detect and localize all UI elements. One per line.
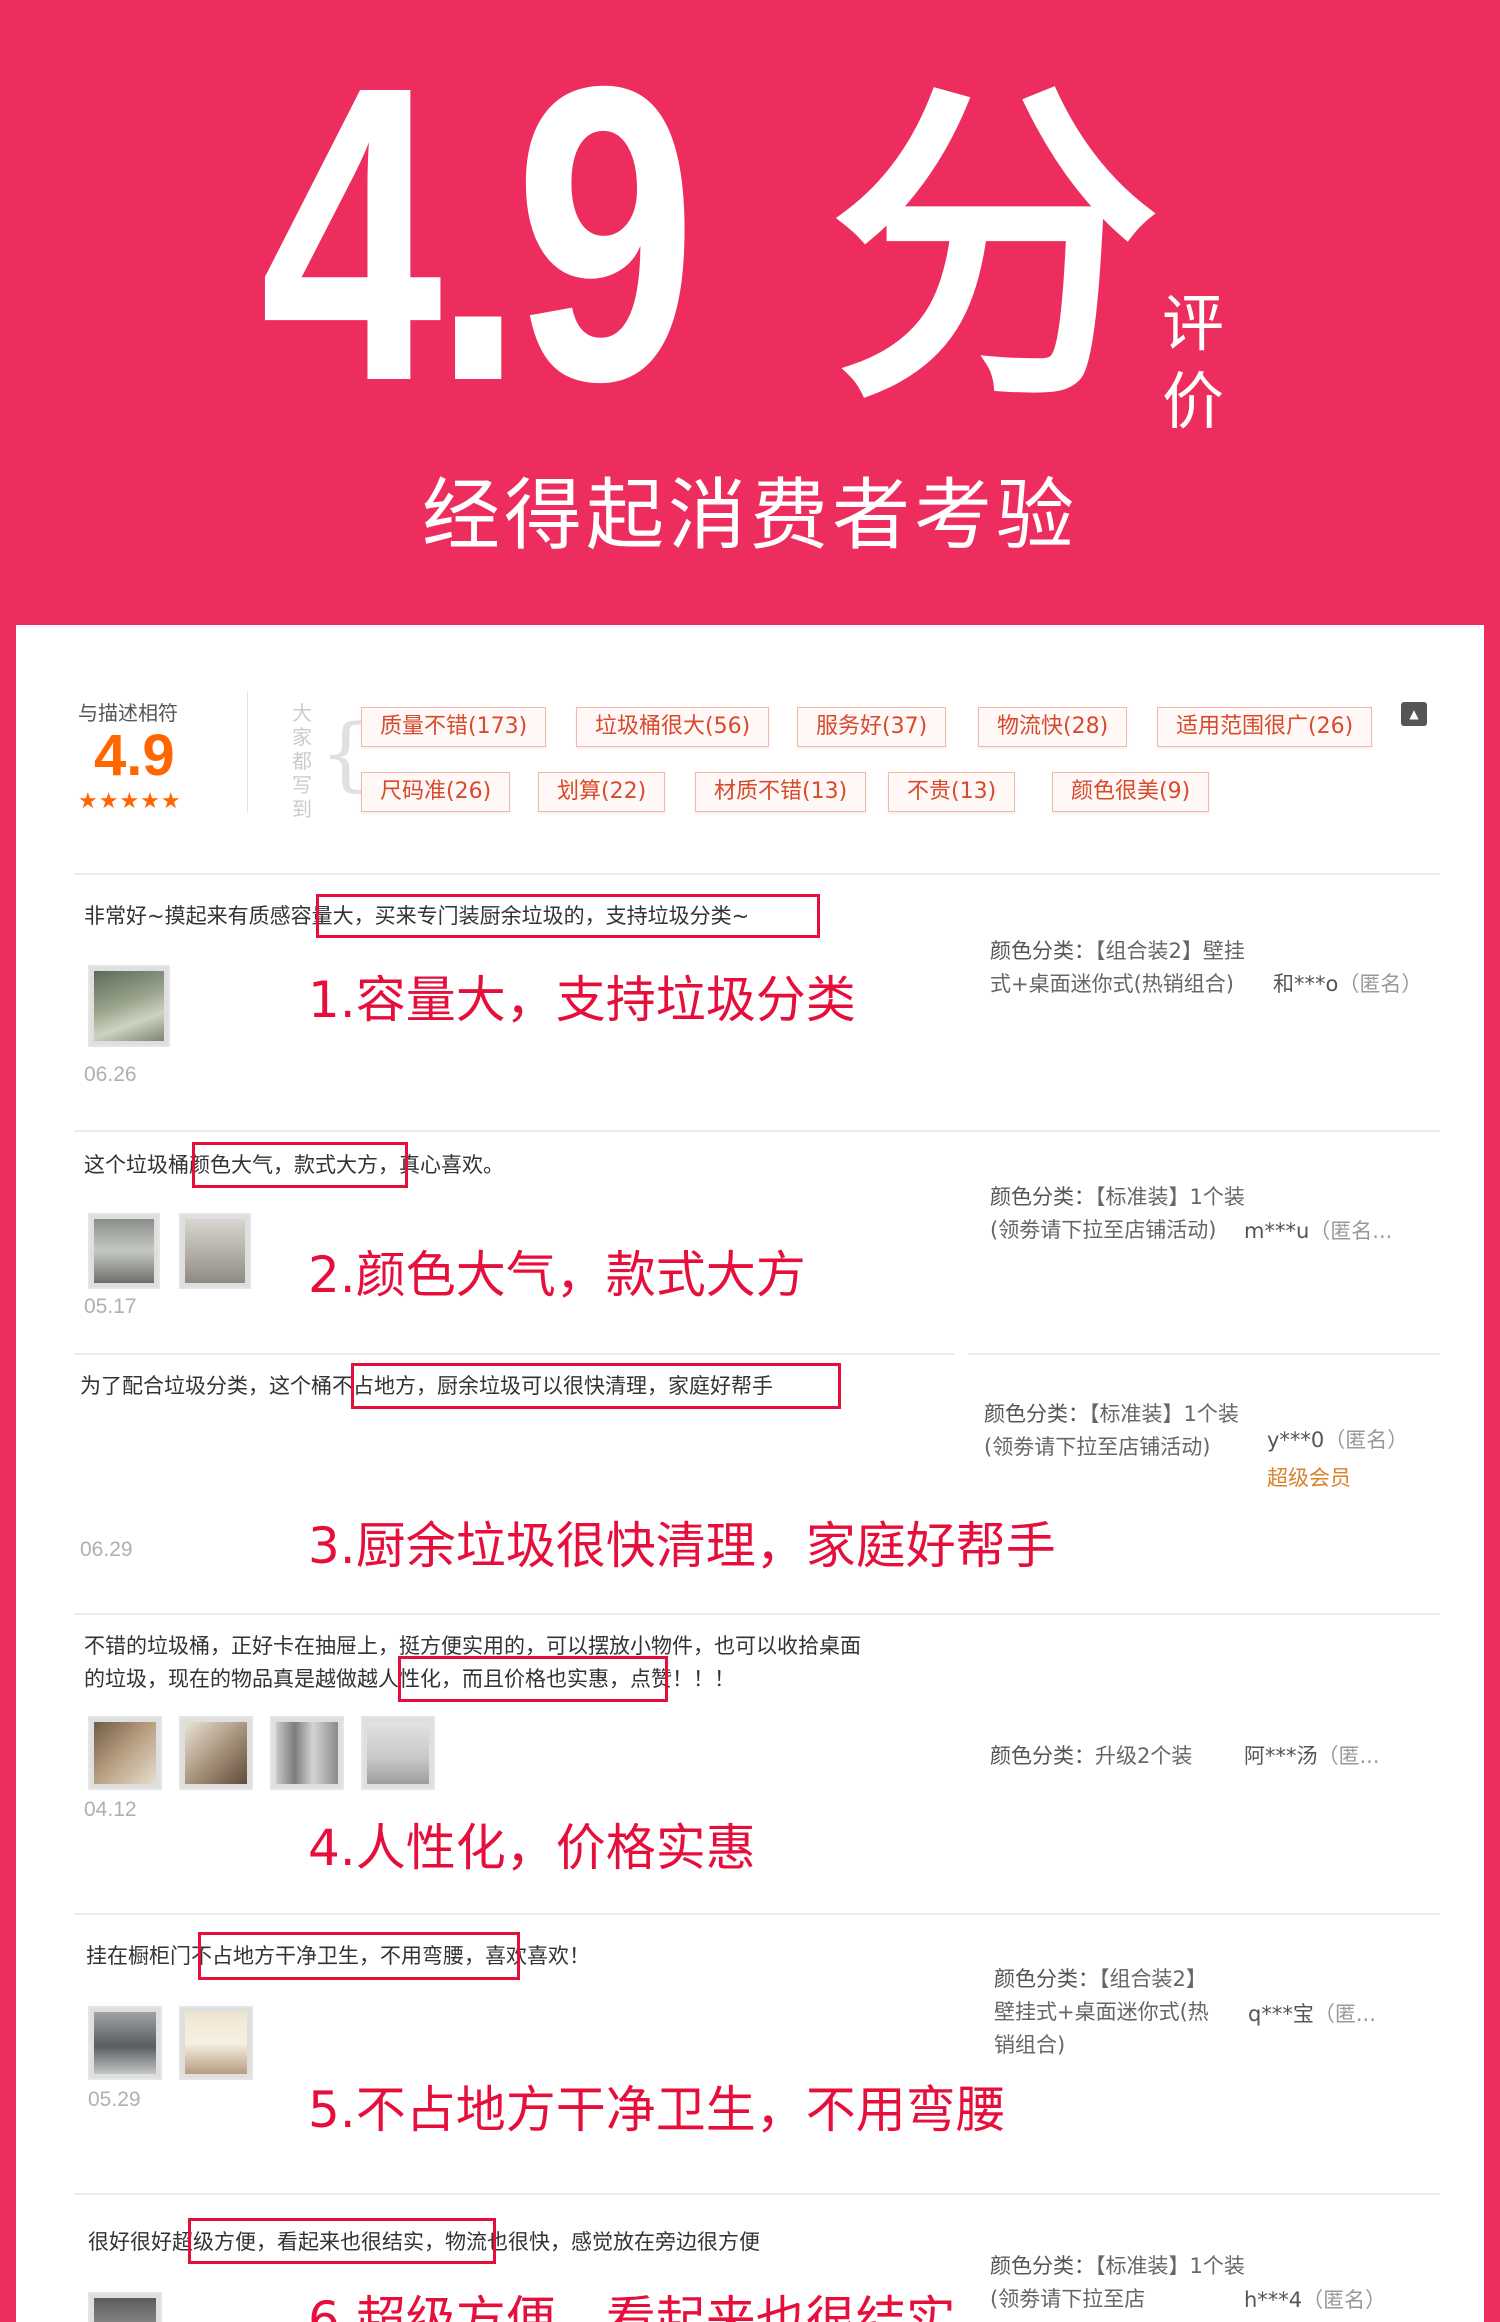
- vip-badge: 超级会员: [1267, 1466, 1351, 1490]
- review-text: 为了配合垃圾分类，这个桶不占地方，厨余垃圾可以很快清理，家庭好帮手: [80, 1374, 773, 1398]
- sku-info: 颜色分类：【组合装2】壁挂式+桌面迷你式(热销组合): [994, 1967, 1209, 2057]
- review-text: 挂在橱柜门不占地方干净卫生，不用弯腰，喜欢喜欢！: [86, 1944, 590, 1968]
- summary-divider: [247, 691, 248, 813]
- sku-info: 颜色分类：【标准装】1个装(领劵请下拉至店铺活动): [984, 1402, 1239, 1459]
- review-text: 的垃圾，现在的物品真是越做越人性化，而且价格也实惠，点赞！！！: [84, 1667, 735, 1691]
- sku-info: 颜色分类：【组合装2】壁挂式+桌面迷你式(热销组合): [990, 939, 1245, 996]
- review-photo[interactable]: [88, 965, 170, 1047]
- summary-bottom-divider: [74, 873, 1440, 875]
- review-photo[interactable]: [88, 1213, 160, 1289]
- banner-subtitle: 经得起消费者考验: [421, 471, 1078, 561]
- big-score: 4.9: [260, 0, 697, 469]
- review-text: 非常好~摸起来有质感容量大，买来专门装厨余垃圾的，支持垃圾分类~: [84, 904, 750, 928]
- review-photo[interactable]: [179, 2006, 253, 2080]
- review-photo[interactable]: [270, 1716, 344, 1790]
- review-item: 非常好~摸起来有质感容量大，买来专门装厨余垃圾的，支持垃圾分类~ 06.26 1…: [16, 880, 1484, 1130]
- review-caption: 5.不占地方干净卫生，不用弯腰: [308, 2081, 1006, 2139]
- review-caption: 2.颜色大气，款式大方: [308, 1246, 806, 1304]
- big-score-unit: 分: [830, 58, 1160, 442]
- review-caption: 1.容量大，支持垃圾分类: [308, 971, 856, 1029]
- review-divider: [74, 1353, 954, 1355]
- review-divider: [74, 1913, 1440, 1915]
- review-item: 很好很好超级方便，看起来也很结实，物流也很快，感觉放在旁边很方便 6.超级方便，…: [16, 2198, 1484, 2322]
- rating-summary: 与描述相符 4.9 ★★★★★ 大家都写到 { 质量不错(173) 垃圾桶很大(…: [16, 625, 1484, 865]
- rating-word: 评价: [1161, 287, 1224, 438]
- review-divider: [74, 1613, 1440, 1615]
- sku-info: 颜色分类：升级2个装: [990, 1744, 1193, 1768]
- review-caption: 3.厨余垃圾很快清理，家庭好帮手: [308, 1517, 1056, 1575]
- tag-chip[interactable]: 划算(22): [538, 772, 666, 812]
- tag-chip[interactable]: 颜色很美(9): [1052, 772, 1210, 812]
- reviewer-name: m***u（匿名...: [1244, 1219, 1393, 1243]
- review-text: 这个垃圾桶颜色大气，款式大方，真心喜欢。: [84, 1153, 504, 1177]
- review-date: 06.29: [80, 1538, 133, 1561]
- review-divider: [74, 1130, 1440, 1132]
- review-text-line1: 不错的垃圾桶，正好卡在抽屉上，挺方便实用的，可以摆放小物件，也可以收拾桌面: [84, 1634, 861, 1658]
- review-photo[interactable]: [88, 2292, 162, 2322]
- review-item: 这个垃圾桶颜色大气，款式大方，真心喜欢。 05.17 2.颜色大气，款式大方 颜…: [16, 1135, 1484, 1365]
- chevron-up-icon[interactable]: ▲: [1401, 702, 1427, 726]
- review-caption: 6.超级方便，看起来也很结实: [308, 2291, 956, 2322]
- review-caption: 4.人性化，价格实惠: [308, 1819, 756, 1877]
- review-date: 06.26: [84, 1063, 137, 1086]
- desc-match-label: 与描述相符: [78, 701, 178, 725]
- review-date: 05.17: [84, 1295, 137, 1318]
- review-text: 很好很好超级方便，看起来也很结实，物流也很快，感觉放在旁边很方便: [88, 2230, 760, 2254]
- desc-match-score: 4.9: [94, 723, 175, 788]
- sku-info: 颜色分类：【标准装】1个装(领劵请下拉至店铺活动): [990, 1185, 1245, 1242]
- review-photo[interactable]: [88, 1716, 162, 1790]
- hero-banner: 4.9 分 评价 经得起消费者考验: [0, 0, 1500, 625]
- sku-info: 颜色分类：【标准装】1个装(领劵请下拉至店: [990, 2254, 1245, 2311]
- review-date: 05.29: [88, 2088, 141, 2111]
- review-photo[interactable]: [361, 1716, 435, 1790]
- review-divider: [74, 2193, 1440, 2195]
- tag-chip[interactable]: 服务好(37): [797, 707, 947, 747]
- review-photo[interactable]: [179, 1716, 253, 1790]
- review-divider: [968, 1353, 1440, 1355]
- star-rating: ★★★★★: [78, 789, 182, 814]
- review-item: 挂在橱柜门不占地方干净卫生，不用弯腰，喜欢喜欢！ 05.29 5.不占地方干净卫…: [16, 1918, 1484, 2183]
- review-date: 04.12: [84, 1798, 137, 1821]
- tag-chip[interactable]: 不贵(13): [888, 772, 1016, 812]
- everyone-wrote-label: 大家都写到: [292, 701, 312, 821]
- reviewer-name: 阿***汤（匿...: [1244, 1744, 1380, 1768]
- reviewer-name: y***0（匿名）: [1267, 1428, 1409, 1452]
- reviewer-name: q***宝（匿...: [1248, 2002, 1376, 2026]
- review-item: 不错的垃圾桶，正好卡在抽屉上，挺方便实用的，可以摆放小物件，也可以收拾桌面 的垃…: [16, 1618, 1484, 1908]
- tag-chip[interactable]: 垃圾桶很大(56): [576, 707, 770, 747]
- tag-chip[interactable]: 尺码准(26): [361, 772, 511, 812]
- reviewer-name: 和***o（匿名）: [1273, 972, 1423, 996]
- review-item: 为了配合垃圾分类，这个桶不占地方，厨余垃圾可以很快清理，家庭好帮手 06.29 …: [16, 1358, 1484, 1618]
- review-photo[interactable]: [179, 1213, 251, 1289]
- tag-chip[interactable]: 适用范围很广(26): [1157, 707, 1373, 747]
- tag-chip[interactable]: 质量不错(173): [361, 707, 547, 747]
- reviewer-name: h***4（匿名）: [1244, 2288, 1387, 2312]
- tag-chip[interactable]: 物流快(28): [978, 707, 1128, 747]
- tag-chip[interactable]: 材质不错(13): [695, 772, 867, 812]
- review-photo[interactable]: [88, 2006, 162, 2080]
- review-card: 与描述相符 4.9 ★★★★★ 大家都写到 { 质量不错(173) 垃圾桶很大(…: [16, 625, 1484, 2322]
